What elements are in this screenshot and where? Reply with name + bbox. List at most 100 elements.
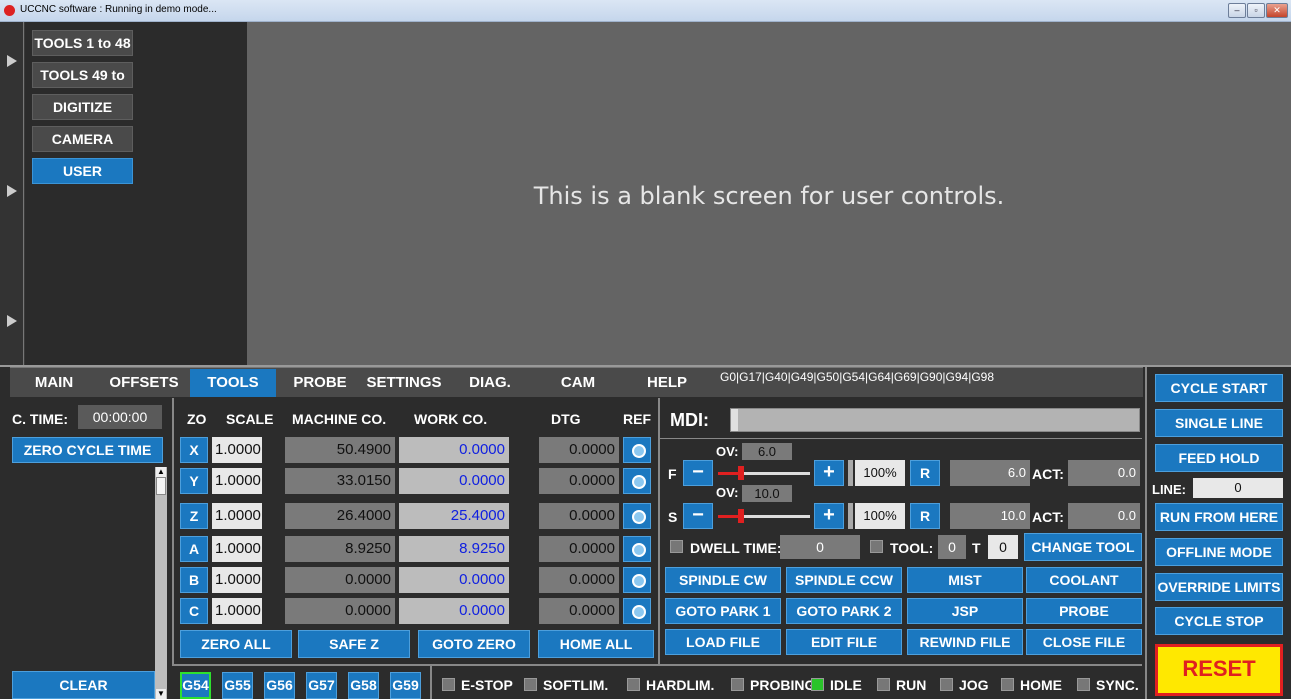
scale-field[interactable]: 1.0000 — [212, 598, 262, 624]
home-all-button[interactable]: HOME ALL — [538, 630, 654, 658]
load-file-button[interactable]: LOAD FILE — [665, 629, 781, 655]
jog-led — [940, 678, 953, 691]
mist-button[interactable]: MIST — [907, 567, 1023, 593]
scale-field[interactable]: 1.0000 — [212, 567, 262, 593]
feed-slider-knob[interactable] — [738, 466, 744, 480]
expand-arrow-icon[interactable] — [7, 185, 17, 197]
offset-g57-button[interactable]: G57 — [306, 672, 337, 699]
tool-checkbox[interactable] — [870, 540, 883, 553]
spindle-minus-button[interactable]: − — [683, 503, 713, 529]
zero-axis-button[interactable]: C — [180, 598, 208, 624]
work-coord[interactable]: 0.0000 — [399, 437, 509, 463]
side-tab-tools-49-96[interactable]: TOOLS 49 to 96 — [32, 62, 133, 107]
offset-g54-button[interactable]: G54 — [180, 672, 211, 699]
safe-z-button[interactable]: SAFE Z — [298, 630, 410, 658]
ref-target-icon[interactable] — [623, 503, 651, 529]
work-coord[interactable]: 0.0000 — [399, 468, 509, 494]
scale-field[interactable]: 1.0000 — [212, 468, 262, 494]
close-file-button[interactable]: CLOSE FILE — [1026, 629, 1142, 655]
offset-g58-button[interactable]: G58 — [348, 672, 379, 699]
zero-axis-button[interactable]: A — [180, 536, 208, 562]
offset-g56-button[interactable]: G56 — [264, 672, 295, 699]
zero-all-button[interactable]: ZERO ALL — [180, 630, 292, 658]
cycle-start-button[interactable]: CYCLE START — [1155, 374, 1283, 402]
offset-g55-button[interactable]: G55 — [222, 672, 253, 699]
offline-mode-button[interactable]: OFFLINE MODE — [1155, 538, 1283, 566]
zero-axis-button[interactable]: X — [180, 437, 208, 463]
jog-label: JOG — [959, 677, 989, 693]
expand-arrow-icon[interactable] — [7, 315, 17, 327]
divider — [430, 666, 432, 699]
clear-button[interactable]: CLEAR — [12, 671, 155, 699]
spindle-reset-button[interactable]: R — [910, 503, 940, 529]
spindle-ccw-button[interactable]: SPINDLE CCW — [786, 567, 902, 593]
ref-target-icon[interactable] — [623, 598, 651, 624]
t-input[interactable]: 0 — [988, 535, 1018, 559]
tab-settings[interactable]: SETTINGS — [362, 369, 446, 397]
change-tool-button[interactable]: CHANGE TOOL — [1024, 533, 1142, 561]
cycle-stop-button[interactable]: CYCLE STOP — [1155, 607, 1283, 635]
scale-field[interactable]: 1.0000 — [212, 503, 262, 529]
single-line-button[interactable]: SINGLE LINE — [1155, 409, 1283, 437]
coolant-button[interactable]: COOLANT — [1026, 567, 1142, 593]
tab-probe[interactable]: PROBE — [278, 369, 362, 397]
scale-field[interactable]: 1.0000 — [212, 437, 262, 463]
rewind-file-button[interactable]: REWIND FILE — [907, 629, 1023, 655]
line-input[interactable]: 0 — [1193, 478, 1283, 498]
gcode-scrollbar[interactable]: ▲ ▼ — [155, 467, 167, 699]
ref-target-icon[interactable] — [623, 567, 651, 593]
work-coord[interactable]: 8.9250 — [399, 536, 509, 562]
tab-cam[interactable]: CAM — [534, 369, 622, 397]
goto-zero-button[interactable]: GOTO ZERO — [418, 630, 530, 658]
machine-coord: 8.9250 — [285, 536, 395, 562]
scale-field[interactable]: 1.0000 — [212, 536, 262, 562]
tab-diag[interactable]: DIAG. — [448, 369, 532, 397]
feed-hold-button[interactable]: FEED HOLD — [1155, 444, 1283, 472]
run-from-here-button[interactable]: RUN FROM HERE — [1155, 503, 1283, 531]
work-coord[interactable]: 0.0000 — [399, 598, 509, 624]
dwell-value[interactable]: 0 — [780, 535, 860, 559]
dwell-label: DWELL TIME: — [690, 540, 782, 556]
dtg-value: 0.0000 — [539, 598, 619, 624]
side-tab-digitize[interactable]: DIGITIZE — [32, 94, 133, 120]
tab-main[interactable]: MAIN — [10, 369, 98, 397]
dwell-checkbox[interactable] — [670, 540, 683, 553]
work-coord[interactable]: 0.0000 — [399, 567, 509, 593]
ref-target-icon[interactable] — [623, 468, 651, 494]
zero-axis-button[interactable]: Y — [180, 468, 208, 494]
feed-reset-button[interactable]: R — [910, 460, 940, 486]
tab-tools[interactable]: TOOLS — [190, 369, 276, 397]
mdi-input[interactable] — [730, 408, 1140, 432]
spindle-slider-knob[interactable] — [738, 509, 744, 523]
feed-minus-button[interactable]: − — [683, 460, 713, 486]
offset-g59-button[interactable]: G59 — [390, 672, 421, 699]
dro-header-dtg: DTG — [551, 411, 581, 427]
expand-arrow-icon[interactable] — [7, 55, 17, 67]
goto-park-1-button[interactable]: GOTO PARK 1 — [665, 598, 781, 624]
minimize-icon[interactable]: – — [1228, 3, 1246, 18]
ref-target-icon[interactable] — [623, 536, 651, 562]
spindle-slider[interactable] — [718, 509, 810, 523]
zero-axis-button[interactable]: B — [180, 567, 208, 593]
jsp-button[interactable]: JSP — [907, 598, 1023, 624]
reset-button[interactable]: RESET — [1155, 644, 1283, 696]
ref-target-icon[interactable] — [623, 437, 651, 463]
override-limits-button[interactable]: OVERRIDE LIMITS — [1155, 573, 1283, 601]
feed-slider[interactable] — [718, 466, 810, 480]
side-tab-camera[interactable]: CAMERA — [32, 126, 133, 152]
maximize-icon[interactable]: ▫ — [1247, 3, 1265, 18]
feed-plus-button[interactable]: + — [814, 460, 844, 486]
goto-park-2-button[interactable]: GOTO PARK 2 — [786, 598, 902, 624]
tab-help[interactable]: HELP — [624, 369, 710, 397]
probe-button[interactable]: PROBE — [1026, 598, 1142, 624]
close-icon[interactable]: ✕ — [1266, 3, 1288, 18]
edit-file-button[interactable]: EDIT FILE — [786, 629, 902, 655]
spindle-cw-button[interactable]: SPINDLE CW — [665, 567, 781, 593]
work-coord[interactable]: 25.4000 — [399, 503, 509, 529]
side-tab-user[interactable]: USER — [32, 158, 133, 184]
tab-offsets[interactable]: OFFSETS — [100, 369, 188, 397]
spindle-plus-button[interactable]: + — [814, 503, 844, 529]
side-tab-tools-1-48[interactable]: TOOLS 1 to 48 — [32, 30, 133, 56]
zero-cycle-time-button[interactable]: ZERO CYCLE TIME — [12, 437, 163, 463]
zero-axis-button[interactable]: Z — [180, 503, 208, 529]
